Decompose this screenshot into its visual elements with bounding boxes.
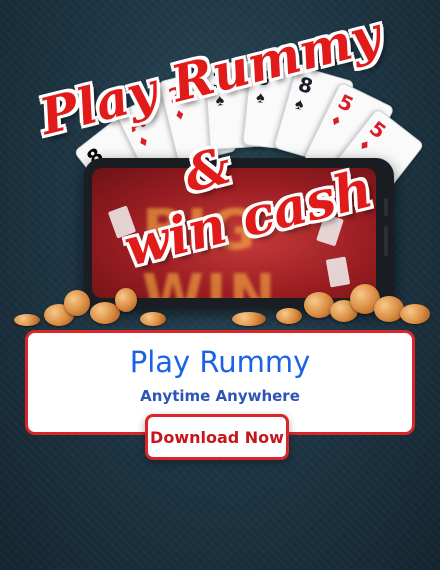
phone-side-button bbox=[384, 198, 388, 216]
coin bbox=[140, 312, 166, 326]
coin-pile bbox=[0, 270, 440, 330]
phone-side-button bbox=[384, 226, 388, 256]
diamond-icon: ♦ bbox=[328, 111, 344, 131]
diamond-icon: ♦ bbox=[356, 136, 373, 155]
coin bbox=[232, 312, 266, 326]
info-title: Play Rummy bbox=[129, 345, 311, 379]
coin bbox=[115, 288, 137, 312]
coin bbox=[14, 314, 40, 326]
coin bbox=[374, 296, 404, 322]
coin bbox=[400, 304, 430, 324]
info-subtitle: Anytime Anywhere bbox=[140, 387, 300, 405]
coin bbox=[304, 292, 334, 318]
coin bbox=[64, 290, 90, 316]
download-now-button[interactable]: Download Now bbox=[145, 414, 289, 460]
spade-icon: ♠ bbox=[292, 95, 306, 115]
diamond-icon: ♦ bbox=[136, 132, 151, 152]
coin bbox=[276, 308, 302, 324]
